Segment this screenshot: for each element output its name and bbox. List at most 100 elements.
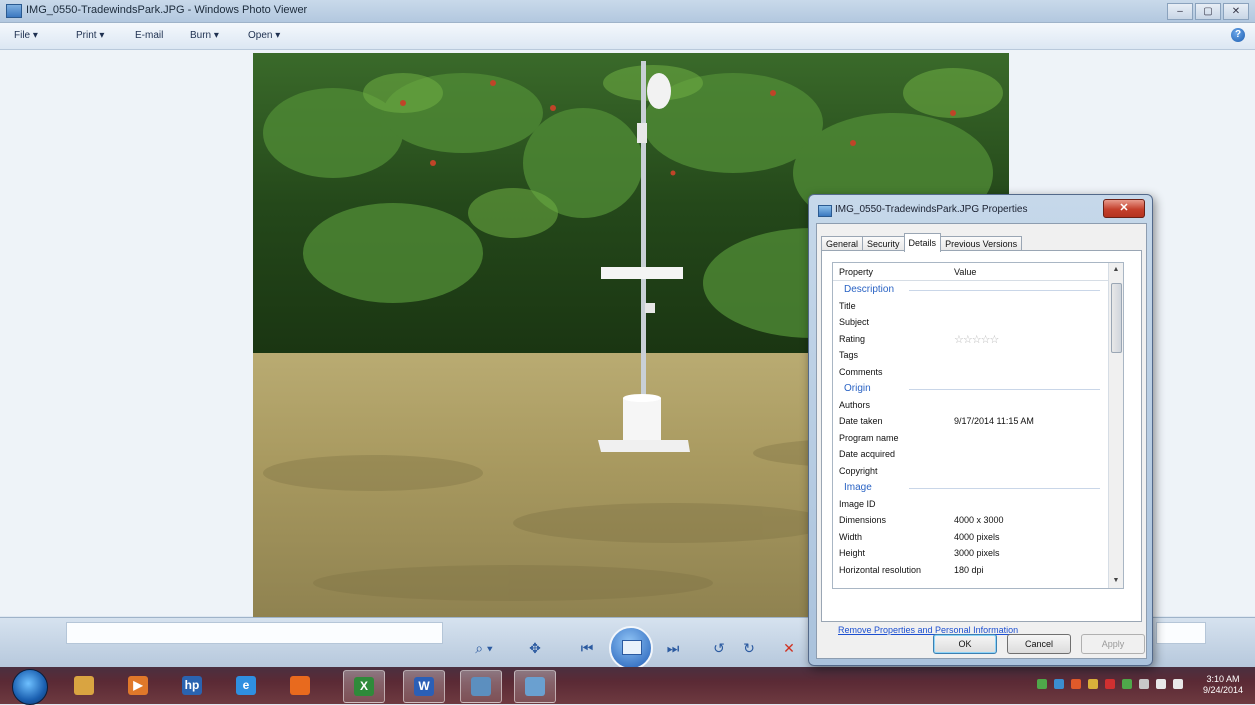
property-name: Comments: [839, 366, 883, 377]
property-value: 180 dpi: [954, 564, 984, 575]
start-button[interactable]: [12, 669, 48, 705]
menu-email[interactable]: E-mail: [135, 30, 163, 41]
next-icon[interactable]: ⏭: [658, 636, 688, 660]
list-scrollbar[interactable]: ▲ ▼: [1108, 263, 1123, 588]
menu-burn[interactable]: Burn ▾: [190, 30, 219, 41]
section-header[interactable]: Image: [833, 479, 1108, 496]
clock[interactable]: 3:10 AM 9/24/2014: [1201, 674, 1245, 696]
cancel-button[interactable]: Cancel: [1007, 634, 1071, 654]
taskbar-firefox-button[interactable]: [280, 670, 320, 701]
menu-open[interactable]: Open ▾: [248, 30, 280, 41]
property-value: 3000 pixels: [954, 548, 1000, 558]
menu-file[interactable]: File ▾: [14, 30, 38, 41]
volume-icon[interactable]: [1173, 679, 1183, 689]
section-label: Description: [844, 284, 895, 295]
property-row[interactable]: Dimensions 4000 x 3000: [833, 512, 1108, 529]
taskbar-media-button[interactable]: ▶: [118, 670, 158, 701]
section-divider: [909, 389, 1100, 390]
section-header[interactable]: Origin: [833, 380, 1108, 397]
property-name: Image ID: [839, 498, 876, 509]
property-row[interactable]: Horizontal resolution 180 dpi: [833, 562, 1108, 579]
property-row[interactable]: Subject: [833, 314, 1108, 331]
property-row[interactable]: Program name: [833, 430, 1108, 447]
ok-button[interactable]: OK: [933, 634, 997, 654]
apply-button[interactable]: Apply: [1081, 634, 1145, 654]
rotate-clockwise-icon[interactable]: ↻: [740, 636, 758, 660]
property-row[interactable]: Date taken 9/17/2014 11:15 AM: [833, 413, 1108, 430]
property-value: 4000 x 3000: [954, 515, 1004, 525]
property-name: Subject: [839, 317, 870, 327]
network-icon[interactable]: [1156, 679, 1166, 689]
properties-list[interactable]: Property Value Description Title Subject Ra…: [832, 262, 1124, 589]
window-title: IMG_0550-TradewindsPark.JPG - Windows Ph…: [26, 4, 308, 16]
property-row[interactable]: Image ID: [833, 496, 1108, 513]
tray-icon[interactable]: [1122, 679, 1132, 689]
tray-icon[interactable]: [1139, 679, 1149, 689]
section-header[interactable]: Description: [833, 281, 1108, 298]
property-row[interactable]: Copyright: [833, 463, 1108, 480]
menu-print[interactable]: Print ▾: [76, 30, 104, 41]
tab-details[interactable]: Details: [903, 233, 942, 252]
slideshow-button[interactable]: [609, 626, 653, 670]
property-row[interactable]: Title: [833, 298, 1108, 315]
explorer-icon: [74, 676, 94, 695]
property-row[interactable]: Rating ☆☆☆☆☆: [833, 331, 1108, 348]
scroll-thumb[interactable]: [1111, 283, 1122, 353]
taskbar-ie-button[interactable]: e: [226, 670, 266, 701]
delete-icon[interactable]: ✕: [780, 636, 798, 660]
tray-icon[interactable]: [1071, 679, 1081, 689]
taskbar-photos-button[interactable]: [460, 670, 502, 703]
taskbar-word-button[interactable]: W: [403, 670, 445, 703]
property-name: Dimensions: [839, 515, 887, 525]
tray-icon[interactable]: [1037, 679, 1047, 689]
property-name: Tags: [839, 350, 859, 360]
close-button[interactable]: ✕: [1223, 3, 1249, 20]
taskbar-excel-button[interactable]: X: [343, 670, 385, 703]
rotate-counterclockwise-icon[interactable]: ↺: [710, 636, 728, 660]
tray-icon[interactable]: [1054, 679, 1064, 689]
tray-icon[interactable]: [1088, 679, 1098, 689]
property-row[interactable]: Width 4000 pixels: [833, 529, 1108, 546]
slideshow-icon: [622, 640, 642, 655]
scroll-up-icon[interactable]: ▲: [1111, 265, 1121, 275]
property-name: Copyright: [839, 465, 878, 476]
control-bar-left-panel: [66, 622, 443, 644]
property-name: Date taken: [839, 416, 883, 426]
ie-icon: e: [236, 676, 256, 695]
zoom-icon[interactable]: ⌕ ▾: [470, 636, 498, 660]
control-bar-right-panel: [1156, 622, 1206, 644]
column-header-property[interactable]: Property: [839, 267, 873, 277]
section-label: Image: [844, 482, 872, 493]
maximize-button[interactable]: ▢: [1195, 3, 1221, 20]
section-divider: [909, 290, 1100, 291]
window-controls: – ▢ ✕: [1167, 3, 1249, 20]
property-row[interactable]: Comments: [833, 364, 1108, 381]
dialog-close-button[interactable]: ✕: [1103, 199, 1145, 218]
taskbar-photo-viewer-button[interactable]: [514, 670, 556, 703]
rating-stars-icon[interactable]: ☆☆☆☆☆: [954, 333, 999, 346]
hp-icon: hp: [182, 676, 202, 695]
minimize-button[interactable]: –: [1167, 3, 1193, 20]
clock-time: 3:10 AM: [1206, 674, 1240, 684]
property-row[interactable]: Date acquired: [833, 446, 1108, 463]
scroll-down-icon[interactable]: ▼: [1111, 576, 1121, 586]
window-title-bar[interactable]: IMG_0550-TradewindsPark.JPG - Windows Ph…: [0, 0, 1255, 23]
list-header: Property Value: [833, 263, 1108, 281]
property-name: Date acquired: [839, 449, 896, 459]
dialog-body: General Security Details Previous Versio…: [816, 223, 1147, 659]
property-value: 9/17/2014 11:15 AM: [954, 416, 1034, 426]
tray-icon[interactable]: [1105, 679, 1115, 689]
property-row[interactable]: Authors: [833, 397, 1108, 414]
property-row[interactable]: Height 3000 pixels: [833, 545, 1108, 562]
taskbar-hp-button[interactable]: hp: [172, 670, 212, 701]
column-header-value[interactable]: Value: [954, 267, 976, 277]
clock-date: 9/24/2014: [1202, 685, 1244, 695]
actual-size-icon[interactable]: ✥: [525, 636, 545, 660]
taskbar-explorer-button[interactable]: [64, 670, 104, 701]
property-name: Authors: [839, 399, 871, 410]
property-row[interactable]: Tags: [833, 347, 1108, 364]
property-name: Title: [839, 300, 856, 311]
help-icon[interactable]: ?: [1231, 28, 1245, 42]
property-name: Rating: [839, 333, 866, 344]
previous-icon[interactable]: ⏮: [572, 636, 602, 660]
